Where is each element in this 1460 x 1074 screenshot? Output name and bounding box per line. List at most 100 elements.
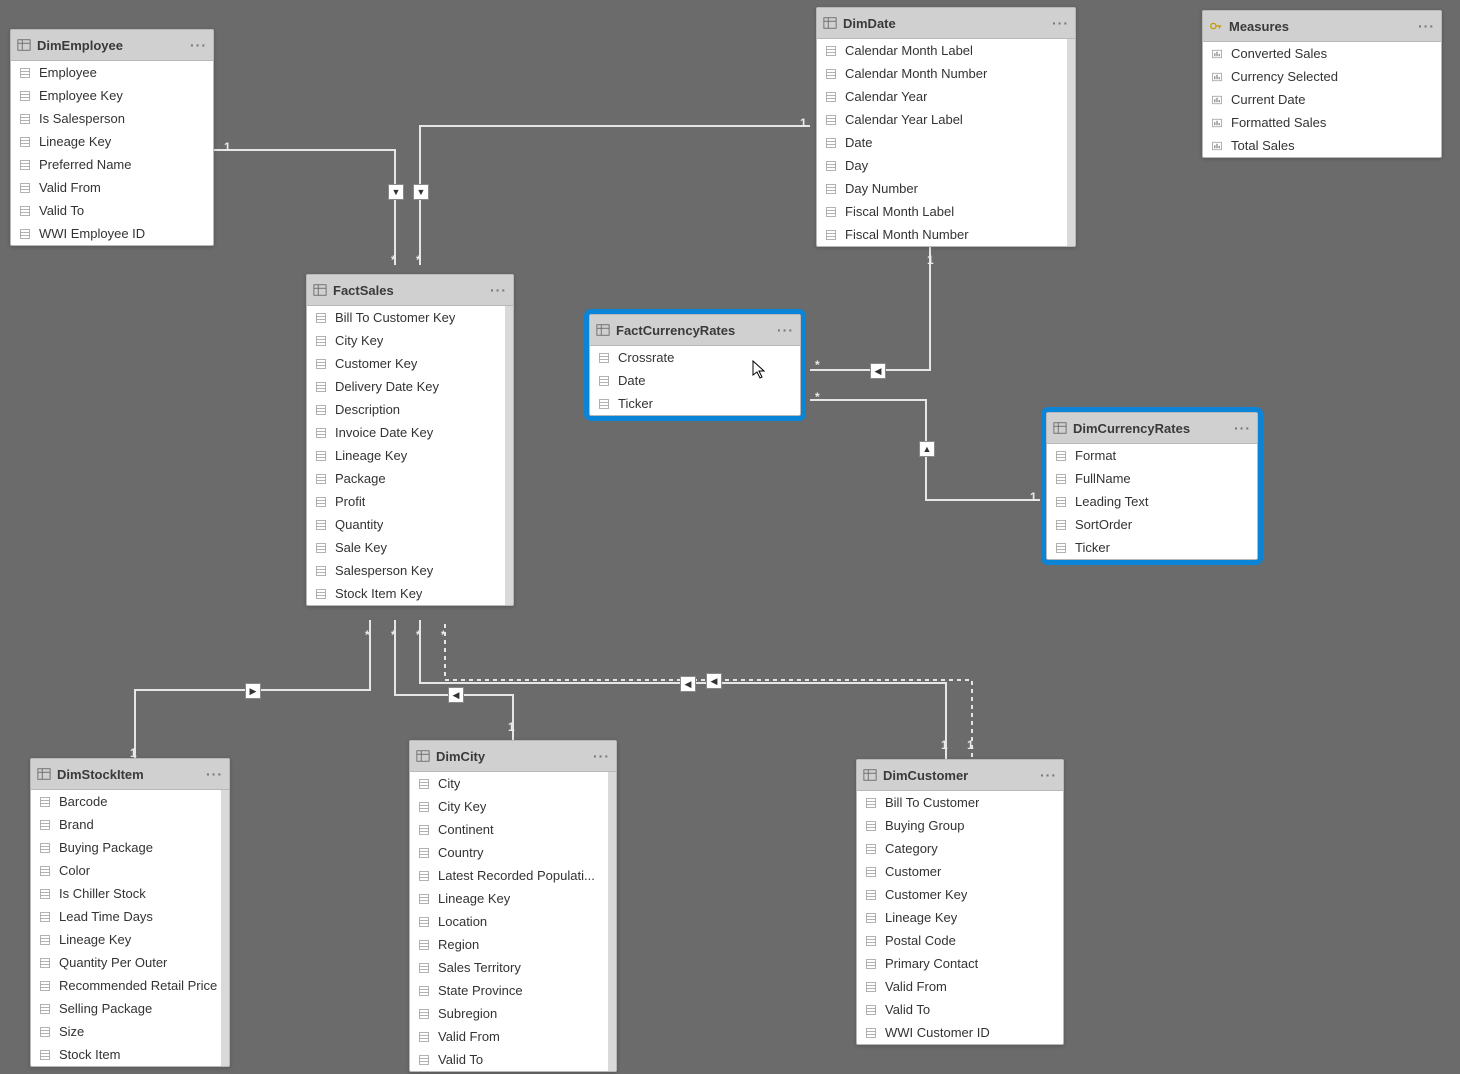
- field-row[interactable]: Calendar Year: [817, 85, 1075, 108]
- table-dimemployee[interactable]: DimEmployee ··· EmployeeEmployee KeyIs S…: [10, 29, 214, 246]
- field-row[interactable]: Fiscal Month Number: [817, 223, 1075, 246]
- field-row[interactable]: Brand: [31, 813, 229, 836]
- field-row[interactable]: Converted Sales: [1203, 42, 1441, 65]
- field-row[interactable]: Customer: [857, 860, 1063, 883]
- field-row[interactable]: Day: [817, 154, 1075, 177]
- table-header[interactable]: DimDate ···: [817, 8, 1075, 39]
- field-row[interactable]: Ticker: [1047, 536, 1257, 559]
- table-header[interactable]: Measures ···: [1203, 11, 1441, 42]
- field-row[interactable]: Lineage Key: [307, 444, 513, 467]
- table-dimcurrencyrates[interactable]: DimCurrencyRates ··· FormatFullNameLeadi…: [1046, 412, 1258, 560]
- table-menu-icon[interactable]: ···: [593, 748, 610, 764]
- table-menu-icon[interactable]: ···: [1052, 15, 1069, 31]
- field-row[interactable]: Customer Key: [307, 352, 513, 375]
- table-header[interactable]: DimCurrencyRates ···: [1047, 413, 1257, 444]
- field-row[interactable]: Quantity Per Outer: [31, 951, 229, 974]
- field-row[interactable]: Employee Key: [11, 84, 213, 107]
- table-dimcity[interactable]: DimCity ··· CityCity KeyContinentCountry…: [409, 740, 617, 1072]
- field-row[interactable]: Date: [590, 369, 800, 392]
- field-row[interactable]: Calendar Month Label: [817, 39, 1075, 62]
- field-row[interactable]: Ticker: [590, 392, 800, 415]
- table-menu-icon[interactable]: ···: [206, 766, 223, 782]
- field-row[interactable]: Buying Group: [857, 814, 1063, 837]
- table-menu-icon[interactable]: ···: [1418, 18, 1435, 34]
- field-row[interactable]: Profit: [307, 490, 513, 513]
- field-row[interactable]: Calendar Year Label: [817, 108, 1075, 131]
- field-row[interactable]: Lineage Key: [11, 130, 213, 153]
- table-dimcustomer[interactable]: DimCustomer ··· Bill To CustomerBuying G…: [856, 759, 1064, 1045]
- field-row[interactable]: Sale Key: [307, 536, 513, 559]
- field-row[interactable]: Preferred Name: [11, 153, 213, 176]
- field-row[interactable]: Color: [31, 859, 229, 882]
- table-header[interactable]: DimCustomer ···: [857, 760, 1063, 791]
- field-row[interactable]: Size: [31, 1020, 229, 1043]
- field-row[interactable]: Bill To Customer Key: [307, 306, 513, 329]
- field-row[interactable]: Crossrate: [590, 346, 800, 369]
- table-header[interactable]: DimStockItem ···: [31, 759, 229, 790]
- field-row[interactable]: Recommended Retail Price: [31, 974, 229, 997]
- field-row[interactable]: State Province: [410, 979, 616, 1002]
- field-row[interactable]: Latest Recorded Populati...: [410, 864, 616, 887]
- field-row[interactable]: Employee: [11, 61, 213, 84]
- table-factcurrencyrates[interactable]: FactCurrencyRates ··· CrossrateDateTicke…: [589, 314, 801, 416]
- field-row[interactable]: Valid To: [857, 998, 1063, 1021]
- field-row[interactable]: City Key: [307, 329, 513, 352]
- table-header[interactable]: FactCurrencyRates ···: [590, 315, 800, 346]
- field-row[interactable]: Date: [817, 131, 1075, 154]
- field-row[interactable]: Lead Time Days: [31, 905, 229, 928]
- field-row[interactable]: Package: [307, 467, 513, 490]
- field-row[interactable]: WWI Employee ID: [11, 222, 213, 245]
- table-dimdate[interactable]: DimDate ··· Calendar Month LabelCalendar…: [816, 7, 1076, 247]
- field-row[interactable]: Bill To Customer: [857, 791, 1063, 814]
- field-row[interactable]: City Key: [410, 795, 616, 818]
- field-row[interactable]: City: [410, 772, 616, 795]
- field-row[interactable]: Day Number: [817, 177, 1075, 200]
- field-row[interactable]: Lineage Key: [857, 906, 1063, 929]
- field-row[interactable]: Valid From: [11, 176, 213, 199]
- field-row[interactable]: Valid From: [857, 975, 1063, 998]
- field-row[interactable]: Subregion: [410, 1002, 616, 1025]
- field-row[interactable]: Primary Contact: [857, 952, 1063, 975]
- table-menu-icon[interactable]: ···: [1234, 420, 1251, 436]
- field-row[interactable]: Delivery Date Key: [307, 375, 513, 398]
- field-row[interactable]: Fiscal Month Label: [817, 200, 1075, 223]
- field-row[interactable]: Location: [410, 910, 616, 933]
- field-row[interactable]: Valid From: [410, 1025, 616, 1048]
- field-row[interactable]: Leading Text: [1047, 490, 1257, 513]
- model-canvas[interactable]: ▼ ▼ ◀ ▲ ▶ ◀ ◀ ◀ 1 * * 1 1 * * 1 * * * * …: [0, 0, 1460, 1074]
- table-menu-icon[interactable]: ···: [777, 322, 794, 338]
- table-header[interactable]: DimCity ···: [410, 741, 616, 772]
- field-row[interactable]: Lineage Key: [410, 887, 616, 910]
- field-row[interactable]: Sales Territory: [410, 956, 616, 979]
- field-row[interactable]: Buying Package: [31, 836, 229, 859]
- field-row[interactable]: Stock Item Key: [307, 582, 513, 605]
- field-row[interactable]: Is Chiller Stock: [31, 882, 229, 905]
- table-measures[interactable]: Measures ··· Converted SalesCurrency Sel…: [1202, 10, 1442, 158]
- field-row[interactable]: Formatted Sales: [1203, 111, 1441, 134]
- field-row[interactable]: Customer Key: [857, 883, 1063, 906]
- field-row[interactable]: SortOrder: [1047, 513, 1257, 536]
- field-row[interactable]: Stock Item: [31, 1043, 229, 1066]
- field-row[interactable]: Format: [1047, 444, 1257, 467]
- table-dimstockitem[interactable]: DimStockItem ··· BarcodeBrandBuying Pack…: [30, 758, 230, 1067]
- table-menu-icon[interactable]: ···: [190, 37, 207, 53]
- field-row[interactable]: Lineage Key: [31, 928, 229, 951]
- field-row[interactable]: Valid To: [11, 199, 213, 222]
- table-header[interactable]: DimEmployee ···: [11, 30, 213, 61]
- table-menu-icon[interactable]: ···: [490, 282, 507, 298]
- field-row[interactable]: Calendar Month Number: [817, 62, 1075, 85]
- table-menu-icon[interactable]: ···: [1040, 767, 1057, 783]
- field-row[interactable]: Category: [857, 837, 1063, 860]
- field-row[interactable]: Barcode: [31, 790, 229, 813]
- field-row[interactable]: Continent: [410, 818, 616, 841]
- table-header[interactable]: FactSales ···: [307, 275, 513, 306]
- table-factsales[interactable]: FactSales ··· Bill To Customer KeyCity K…: [306, 274, 514, 606]
- field-row[interactable]: Description: [307, 398, 513, 421]
- field-row[interactable]: Invoice Date Key: [307, 421, 513, 444]
- field-row[interactable]: Region: [410, 933, 616, 956]
- field-row[interactable]: Postal Code: [857, 929, 1063, 952]
- field-row[interactable]: Country: [410, 841, 616, 864]
- field-row[interactable]: Total Sales: [1203, 134, 1441, 157]
- field-row[interactable]: Is Salesperson: [11, 107, 213, 130]
- field-row[interactable]: Currency Selected: [1203, 65, 1441, 88]
